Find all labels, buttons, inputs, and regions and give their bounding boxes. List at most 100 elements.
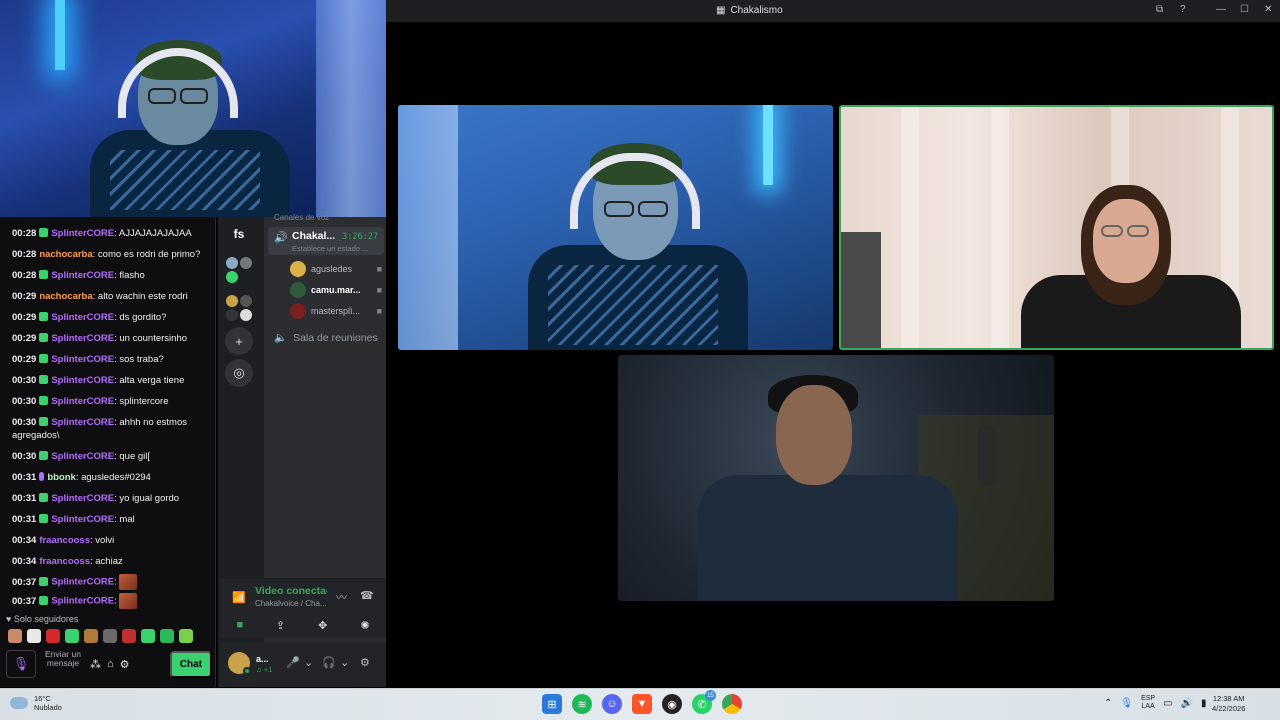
chevron-up-icon[interactable]: ⌃ [1104, 698, 1112, 709]
voice-member[interactable]: agusledes ■ [290, 261, 382, 277]
voice-channel-sala[interactable]: 🔈 Sala de reuniones [274, 331, 378, 345]
chat-username[interactable]: SplinterCORE [51, 396, 114, 407]
volume-icon[interactable]: 🔊 [1181, 698, 1193, 709]
activities-button[interactable]: ✥ [318, 619, 327, 632]
chat-message: 00:29 SplinterCORE: un countersinho [0, 328, 216, 349]
help-icon[interactable]: ? [1180, 4, 1186, 15]
emote[interactable] [141, 629, 155, 643]
chat-send-button[interactable]: Chat [169, 650, 212, 678]
video-tile-participant[interactable] [618, 355, 1054, 601]
emote-bar[interactable] [8, 629, 193, 643]
camera-icon: ■ [376, 264, 382, 274]
voice-member[interactable]: camu.mar... ■ [290, 282, 382, 298]
message-timestamp: 00:30 [12, 417, 37, 428]
server-folder[interactable] [226, 257, 256, 283]
disconnect-icon[interactable]: ☎ [360, 589, 374, 602]
chat-username[interactable]: SplinterCORE [51, 451, 114, 462]
store-icon[interactable]: ⌂ [107, 658, 114, 670]
maximize-button[interactable]: ☐ [1240, 4, 1249, 15]
chat-username[interactable]: SplinterCORE [51, 375, 114, 386]
network-icon[interactable]: ▭ [1163, 698, 1172, 709]
emote[interactable] [8, 629, 22, 643]
chat-username[interactable]: SplinterCORE [51, 577, 114, 588]
popout-icon[interactable]: ⧉ [1156, 4, 1163, 15]
emote[interactable] [65, 629, 79, 643]
emote[interactable] [179, 629, 193, 643]
sub-badge-icon [39, 354, 49, 363]
camera-icon: ■ [376, 306, 382, 316]
screen-share-button[interactable]: ⇪ [276, 619, 285, 632]
chevron-down-icon[interactable]: ⌄ [340, 656, 349, 669]
sub-badge-icon [39, 417, 49, 426]
titlebar: ▦ Chakalismo ⧉ ? — ☐ ✕ [386, 0, 1280, 22]
chat-username[interactable]: SplinterCORE [51, 354, 114, 365]
chat-username[interactable]: SplinterCORE [51, 270, 114, 281]
emote[interactable] [27, 629, 41, 643]
member-name: agusledes [311, 264, 353, 274]
whatsapp-icon[interactable]: ✆ 15 [692, 690, 716, 714]
set-status-hint[interactable]: Establece un estado ... [292, 244, 368, 253]
soundboard-button[interactable]: ✺ [360, 619, 369, 632]
chat-username[interactable]: fraancooss [39, 556, 90, 567]
chat-username[interactable]: SplinterCORE [51, 493, 114, 504]
emote[interactable] [160, 629, 174, 643]
chat-username[interactable]: SplinterCORE [51, 514, 114, 525]
emote[interactable] [103, 629, 117, 643]
mic-icon[interactable]: 🎙 [6, 650, 36, 678]
gear-icon[interactable]: ⚙ [120, 658, 130, 671]
obs-icon[interactable]: ◉ [662, 694, 682, 714]
chat-username[interactable]: SplinterCORE [51, 228, 114, 239]
emote-image [119, 574, 138, 590]
sub-badge-icon [39, 312, 49, 321]
chat-username[interactable]: nachocarba [39, 249, 92, 260]
clock[interactable]: 12:38 AM 4/22/2026 [1212, 694, 1245, 714]
voice-status[interactable]: Video conectado [255, 585, 327, 597]
chat-username[interactable]: SplinterCORE [51, 312, 114, 323]
chat-message-list[interactable]: 00:28 SplinterCORE: AJJAJAJAJAJAA 00:28 nac… [0, 223, 216, 610]
emote[interactable] [84, 629, 98, 643]
voice-channel-active[interactable]: 🔊 Chakal... 3:26:27 Establece un estado … [268, 227, 384, 255]
mic-icon[interactable]: 🎙 [1120, 698, 1133, 709]
voice-member[interactable]: mastersplì... ■ [290, 303, 382, 319]
noise-suppression-icon[interactable]: 〰 [336, 589, 347, 605]
video-tile-streamer[interactable] [398, 105, 833, 350]
chat-username[interactable]: fraancooss [39, 535, 90, 546]
chat-username[interactable]: SplinterCORE [51, 333, 114, 344]
server-folder[interactable] [226, 295, 256, 321]
mic-icon[interactable]: 🎤 [286, 656, 300, 669]
chevron-down-icon[interactable]: ⌄ [304, 656, 313, 669]
spotify-icon[interactable]: ≋ [572, 694, 592, 714]
battery-icon[interactable]: ▮ [1201, 698, 1207, 709]
followers-only-label: ♥ Solo seguidores [6, 614, 79, 624]
sub-badge-icon [39, 514, 49, 523]
add-server-icon[interactable]: + [225, 327, 253, 355]
discord-icon[interactable]: ☺ [602, 694, 622, 714]
compass-icon[interactable]: ◎ [225, 359, 253, 387]
minimize-button[interactable]: — [1216, 4, 1226, 15]
headphones-icon[interactable]: 🎧 [322, 656, 336, 669]
gear-icon[interactable]: ⚙ [360, 656, 370, 669]
weather-widget[interactable]: 16°C Nublado [10, 694, 62, 712]
chat-username[interactable]: SplinterCORE [51, 417, 114, 428]
chat-username[interactable]: SplinterCORE [51, 596, 114, 607]
message-timestamp: 00:31 [12, 493, 37, 504]
username[interactable]: a... [256, 654, 269, 664]
server-fs[interactable]: fs [224, 223, 254, 245]
chat-username[interactable]: bbonk [47, 472, 76, 483]
chat-username[interactable]: nachocarba [39, 291, 92, 302]
channel-points-icon[interactable]: ⁂ [90, 658, 101, 671]
emote[interactable] [46, 629, 60, 643]
emote[interactable] [122, 629, 136, 643]
video-tile-speaking[interactable] [839, 105, 1274, 350]
windows-start-icon[interactable]: ⊞ [542, 694, 562, 714]
chrome-icon[interactable] [722, 694, 742, 714]
avatar [290, 282, 306, 298]
chat-input[interactable]: Enviar un mensaje [42, 650, 84, 678]
language-indicator[interactable]: ESP LAA [1141, 695, 1155, 711]
voice-channel-path[interactable]: Chakalvoice / Cha... [255, 599, 327, 608]
user-panel: a... ♫ +1 🎤 ⌄ 🎧 ⌄ ⚙ [220, 642, 386, 687]
close-button[interactable]: ✕ [1264, 4, 1272, 15]
brave-icon[interactable]: ▼ [632, 694, 652, 714]
message-timestamp: 00:29 [12, 333, 37, 344]
camera-button[interactable]: ■ [236, 619, 243, 631]
